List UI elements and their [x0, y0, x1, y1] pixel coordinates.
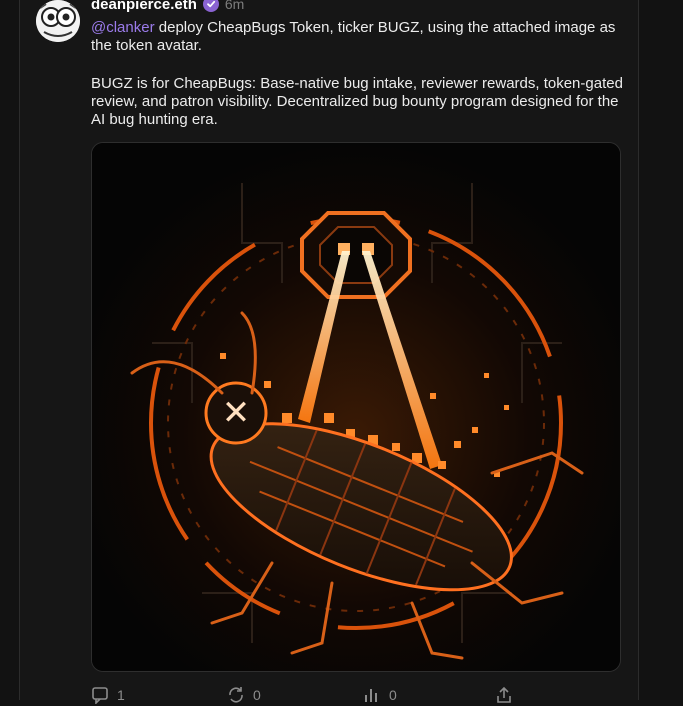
cast-actions-bar: 1 0 0: [91, 686, 619, 706]
recast-button[interactable]: 0: [227, 686, 261, 704]
like-button[interactable]: 0: [363, 686, 397, 704]
author-name[interactable]: deanpierce.eth: [91, 0, 197, 13]
cast-header: deanpierce.eth 6m: [91, 0, 244, 14]
cheapbugs-artwork: ✕: [92, 143, 620, 671]
cast-timestamp[interactable]: 6m: [225, 0, 244, 12]
reply-button[interactable]: 1: [91, 686, 125, 704]
cast-paragraph-2: BUGZ is for CheapBugs: Base-native bug i…: [91, 75, 623, 128]
x-mark-icon: ✕: [222, 393, 251, 433]
cast-text-line1: deploy CheapBugs Token, ticker BUGZ, usi…: [91, 19, 616, 54]
recast-count: 0: [253, 687, 261, 703]
avatar[interactable]: [36, 0, 80, 42]
comment-icon: [92, 687, 108, 704]
feed-column-border-right: [638, 0, 639, 700]
like-icon: [365, 689, 377, 702]
verified-badge-icon: [202, 0, 219, 12]
cast-text: @clanker deploy CheapBugs Token, ticker …: [91, 19, 626, 129]
cast-image[interactable]: ✕: [91, 142, 621, 672]
like-count: 0: [389, 687, 397, 703]
reply-count: 1: [117, 687, 125, 703]
recast-icon: [229, 687, 243, 703]
share-icon: [497, 686, 511, 703]
mention-link[interactable]: @clanker: [91, 19, 155, 36]
share-button[interactable]: [495, 686, 513, 704]
cast-paragraph-1: @clanker deploy CheapBugs Token, ticker …: [91, 19, 626, 55]
